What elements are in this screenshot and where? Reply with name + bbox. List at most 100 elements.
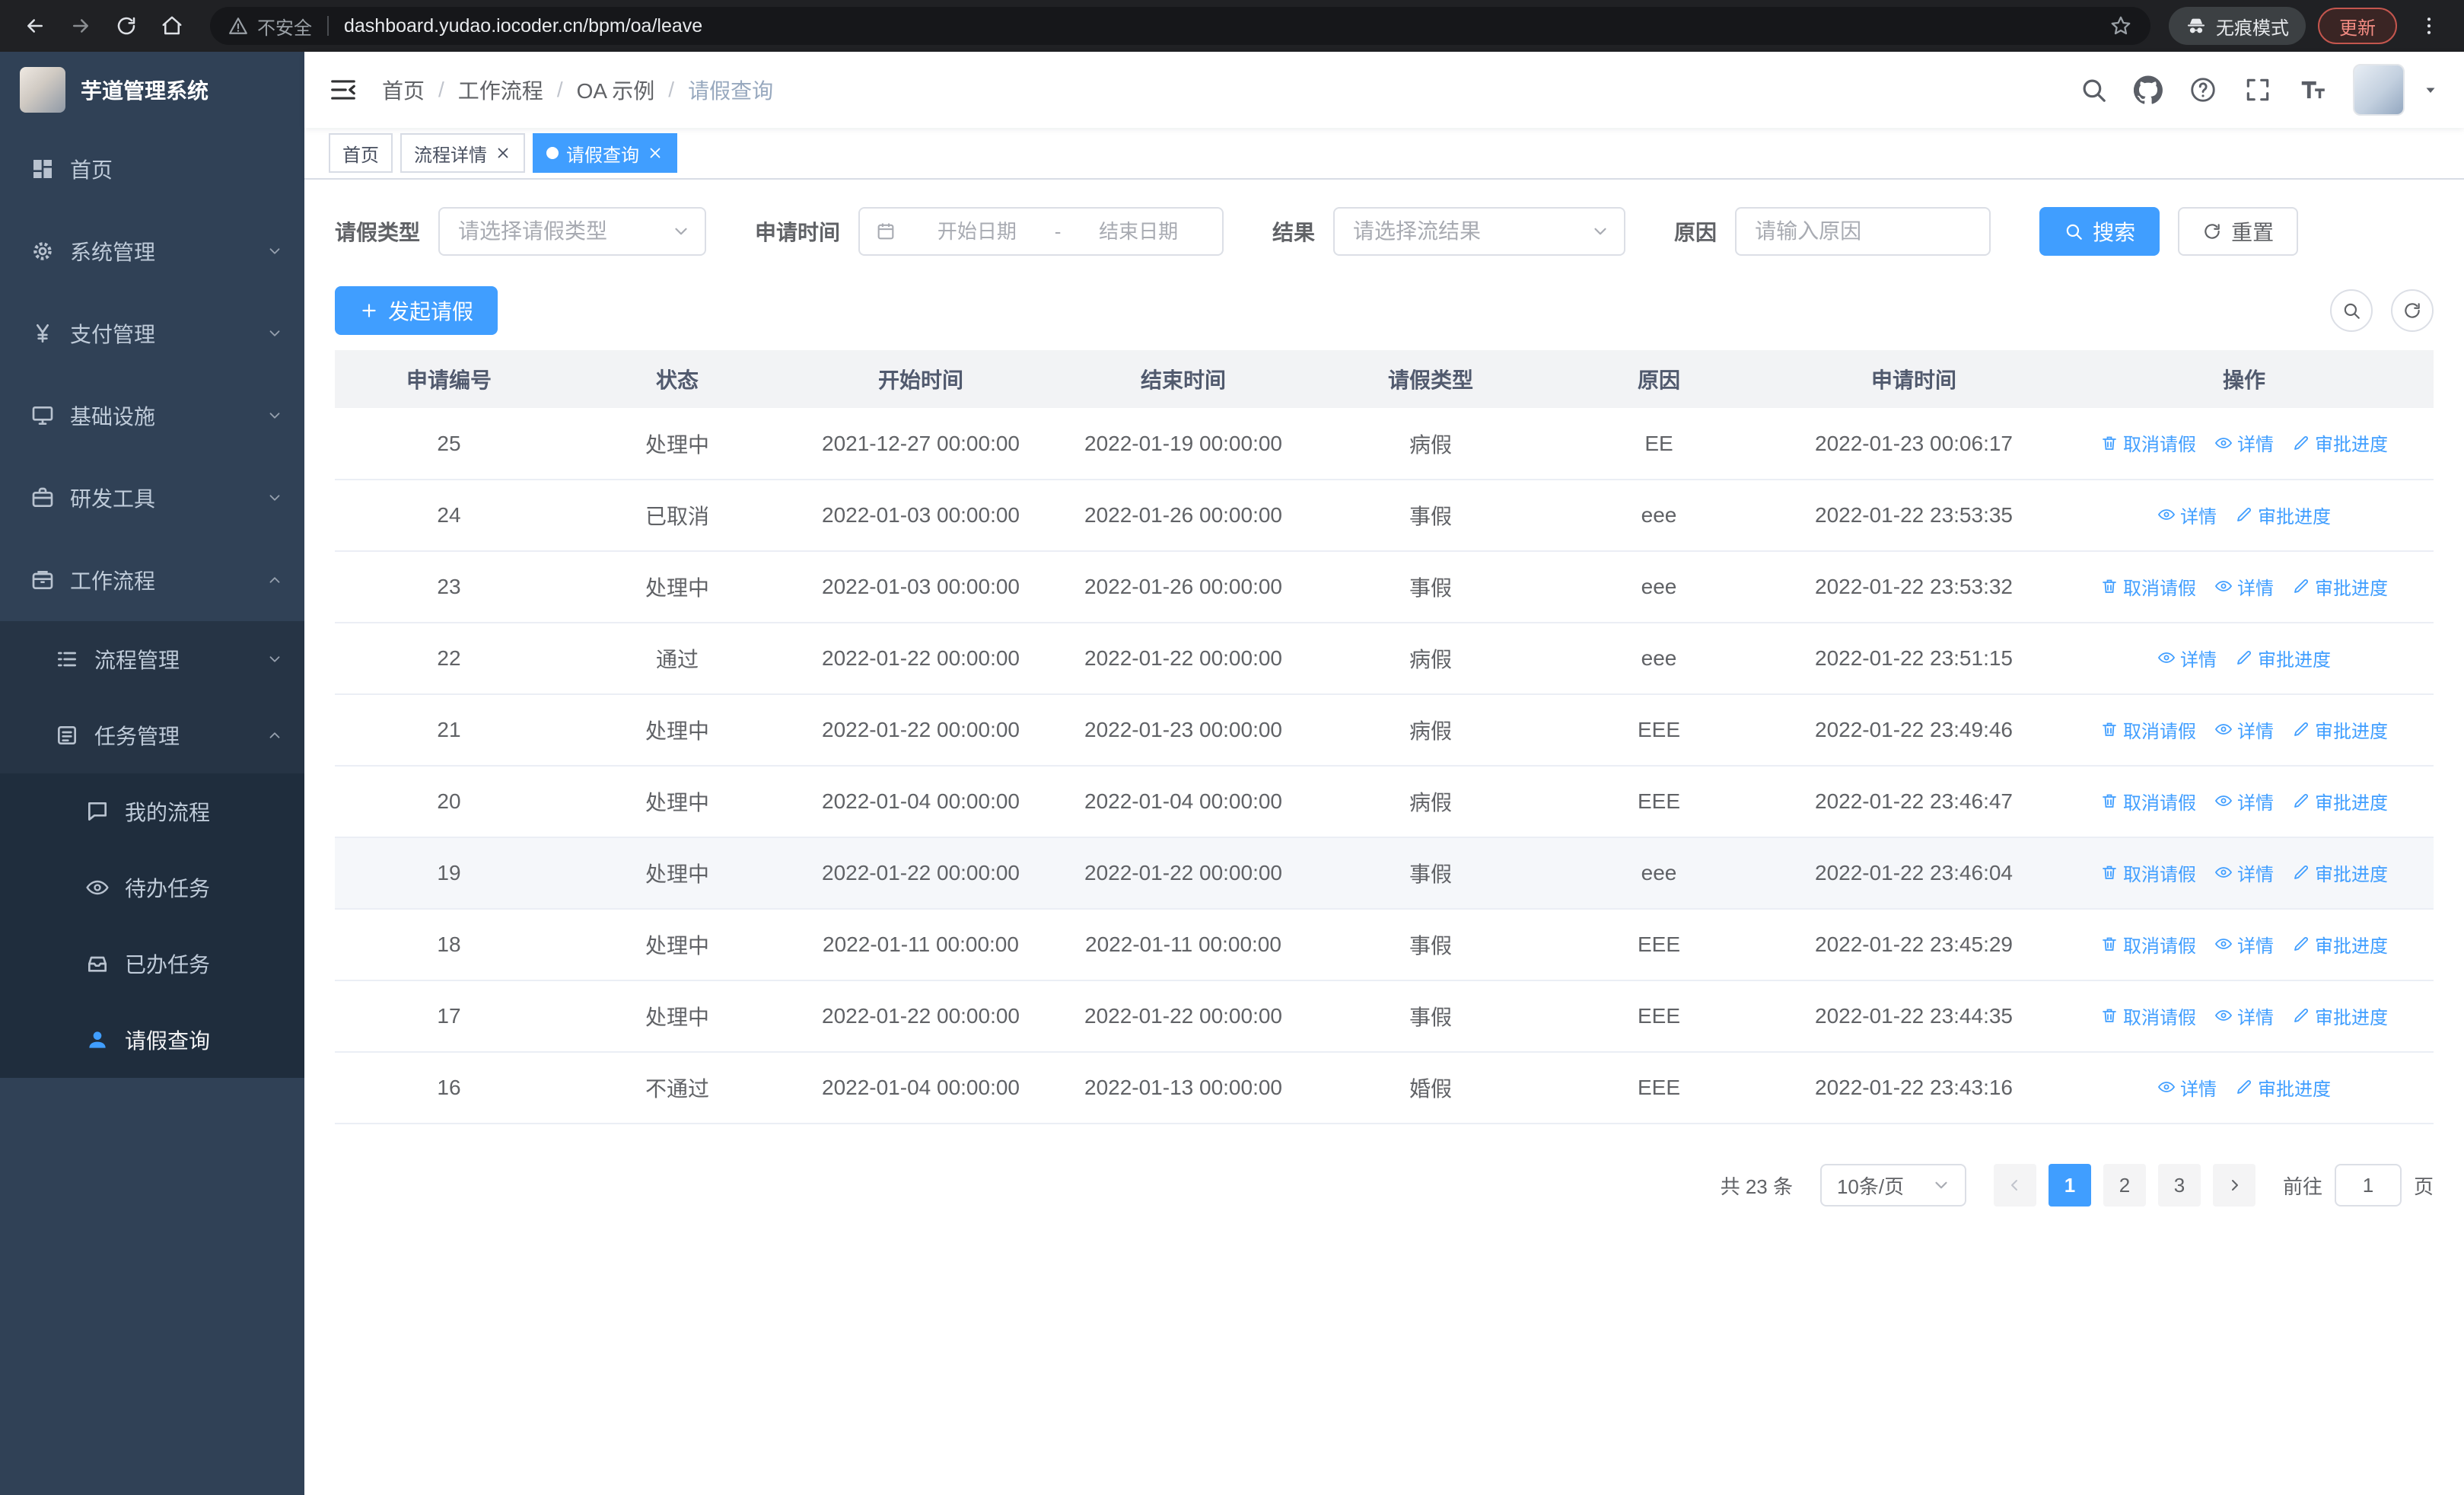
sidebar-item[interactable]: 任务管理 bbox=[0, 697, 304, 773]
result-value[interactable] bbox=[1335, 209, 1625, 254]
detail-link[interactable]: 详情 bbox=[2157, 645, 2217, 671]
sidebar-item[interactable]: 流程管理 bbox=[0, 621, 304, 697]
breadcrumb-item[interactable]: 首页 bbox=[382, 75, 425, 105]
browser-home-icon[interactable] bbox=[152, 6, 192, 46]
goto-page-input[interactable] bbox=[2334, 1164, 2402, 1207]
filter-buttons: 搜索 重置 bbox=[2039, 207, 2299, 256]
reset-button[interactable]: 重置 bbox=[2178, 207, 2299, 256]
sidebar-item[interactable]: 请假查询 bbox=[0, 1002, 304, 1078]
cell-status: 处理中 bbox=[563, 694, 791, 767]
font-size-icon[interactable] bbox=[2298, 75, 2327, 104]
sidebar-item[interactable]: 支付管理 bbox=[0, 292, 304, 375]
progress-link[interactable]: 审批进度 bbox=[2292, 429, 2388, 456]
sidebar-item[interactable]: 首页 bbox=[0, 128, 304, 210]
detail-link[interactable]: 详情 bbox=[2214, 1003, 2274, 1029]
page-size-select[interactable] bbox=[1819, 1164, 1966, 1207]
page-button[interactable]: 3 bbox=[2157, 1164, 2201, 1207]
create-leave-button[interactable]: 发起请假 bbox=[335, 286, 498, 335]
detail-link[interactable]: 详情 bbox=[2214, 931, 2274, 958]
sidebar-item[interactable]: 待办任务 bbox=[0, 850, 304, 926]
goto-page-value[interactable] bbox=[2335, 1165, 2400, 1205]
cell-reason: EEE bbox=[1545, 694, 1773, 767]
breadcrumb-item[interactable]: OA 示例 bbox=[577, 75, 655, 105]
detail-link[interactable]: 详情 bbox=[2214, 788, 2274, 814]
detail-link[interactable]: 详情 bbox=[2214, 429, 2274, 456]
pen-icon bbox=[2235, 1078, 2253, 1096]
progress-link[interactable]: 审批进度 bbox=[2292, 788, 2388, 814]
detail-link[interactable]: 详情 bbox=[2157, 1074, 2217, 1101]
detail-link[interactable]: 详情 bbox=[2157, 502, 2217, 528]
github-icon[interactable] bbox=[2134, 75, 2163, 104]
tab-close-icon[interactable] bbox=[495, 145, 511, 161]
cancel-leave-link[interactable]: 取消请假 bbox=[2100, 931, 2196, 958]
progress-link[interactable]: 审批进度 bbox=[2235, 645, 2331, 671]
progress-link[interactable]: 审批进度 bbox=[2292, 573, 2388, 600]
update-button[interactable]: 更新 bbox=[2318, 8, 2397, 44]
cancel-leave-link[interactable]: 取消请假 bbox=[2100, 429, 2196, 456]
user-icon bbox=[85, 1028, 110, 1052]
page-button[interactable]: 2 bbox=[2103, 1164, 2146, 1207]
cell-leave-type: 事假 bbox=[1316, 480, 1545, 552]
sidebar-item[interactable]: 工作流程 bbox=[0, 539, 304, 621]
bookmark-star-icon[interactable] bbox=[2109, 14, 2132, 37]
tab-close-icon[interactable] bbox=[647, 145, 664, 161]
reason-input[interactable] bbox=[1735, 207, 1991, 256]
url-bar[interactable]: 不安全 dashboard.yudao.iocoder.cn/bpm/oa/le… bbox=[210, 7, 2150, 45]
page-button[interactable]: 1 bbox=[2048, 1164, 2091, 1207]
sidebar-item-label: 流程管理 bbox=[94, 649, 180, 672]
back-icon[interactable] bbox=[15, 6, 55, 46]
tabs-bar: 首页 流程详情 请假查询 bbox=[304, 128, 2464, 180]
caret-down-icon[interactable] bbox=[2421, 81, 2440, 99]
cancel-leave-link[interactable]: 取消请假 bbox=[2100, 573, 2196, 600]
tab-item[interactable]: 首页 bbox=[329, 133, 393, 173]
tab-item[interactable]: 请假查询 bbox=[533, 133, 677, 173]
avatar[interactable] bbox=[2353, 64, 2405, 116]
leave-type-select[interactable] bbox=[438, 207, 707, 256]
cancel-leave-link[interactable]: 取消请假 bbox=[2100, 716, 2196, 743]
cell-start-time: 2022-01-22 00:00:00 bbox=[791, 980, 1050, 1053]
forward-icon[interactable] bbox=[61, 6, 100, 46]
sidebar-item[interactable]: 基础设施 bbox=[0, 375, 304, 457]
cancel-leave-link[interactable]: 取消请假 bbox=[2100, 788, 2196, 814]
browser-menu-icon[interactable] bbox=[2409, 6, 2449, 46]
sidebar-item[interactable]: 我的流程 bbox=[0, 773, 304, 850]
end-date-input[interactable] bbox=[1064, 209, 1214, 254]
start-date-input[interactable] bbox=[903, 209, 1052, 254]
sidebar-item[interactable]: 系统管理 bbox=[0, 210, 304, 292]
progress-link[interactable]: 审批进度 bbox=[2235, 502, 2331, 528]
reload-icon[interactable] bbox=[107, 6, 146, 46]
cell-operations: 取消请假 详情 审批进度 bbox=[2055, 837, 2434, 910]
fullscreen-icon[interactable] bbox=[2243, 75, 2272, 104]
result-select[interactable] bbox=[1333, 207, 1626, 256]
sidebar-fold-icon[interactable] bbox=[329, 75, 358, 104]
sidebar-item[interactable]: 研发工具 bbox=[0, 457, 304, 539]
progress-link[interactable]: 审批进度 bbox=[2235, 1074, 2331, 1101]
progress-link[interactable]: 审批进度 bbox=[2292, 716, 2388, 743]
search-button[interactable]: 搜索 bbox=[2039, 207, 2160, 256]
tab-item[interactable]: 流程详情 bbox=[400, 133, 525, 173]
leave-table: 申请编号 状态 开始时间 结束时间 请假类型 原因 申请时间 操作 25 处理中 2021-12-… bbox=[335, 350, 2434, 1124]
prev-page-button[interactable] bbox=[1993, 1164, 2036, 1207]
breadcrumb: 首页 / 工作流程 / OA 示例 / 请假查询 bbox=[382, 75, 773, 105]
cancel-leave-link[interactable]: 取消请假 bbox=[2100, 859, 2196, 886]
reason-value[interactable] bbox=[1737, 209, 1990, 254]
detail-link[interactable]: 详情 bbox=[2214, 573, 2274, 600]
apply-time-range-picker[interactable]: - bbox=[858, 207, 1224, 256]
detail-link[interactable]: 详情 bbox=[2214, 716, 2274, 743]
progress-link[interactable]: 审批进度 bbox=[2292, 859, 2388, 886]
search-icon[interactable] bbox=[2079, 75, 2108, 104]
progress-link[interactable]: 审批进度 bbox=[2292, 1003, 2388, 1029]
trash-icon bbox=[2100, 720, 2119, 738]
next-page-button[interactable] bbox=[2212, 1164, 2255, 1207]
refresh-table-button[interactable] bbox=[2391, 289, 2434, 332]
detail-link[interactable]: 详情 bbox=[2214, 859, 2274, 886]
toggle-search-button[interactable] bbox=[2330, 289, 2373, 332]
help-icon[interactable] bbox=[2189, 75, 2217, 104]
sidebar-item[interactable]: 已办任务 bbox=[0, 926, 304, 1002]
chevron-down-icon bbox=[1931, 1175, 1951, 1195]
yen-icon bbox=[30, 321, 55, 346]
leave-type-value[interactable] bbox=[440, 209, 705, 254]
progress-link[interactable]: 审批进度 bbox=[2292, 931, 2388, 958]
breadcrumb-item[interactable]: 工作流程 bbox=[458, 75, 543, 105]
cancel-leave-link[interactable]: 取消请假 bbox=[2100, 1003, 2196, 1029]
